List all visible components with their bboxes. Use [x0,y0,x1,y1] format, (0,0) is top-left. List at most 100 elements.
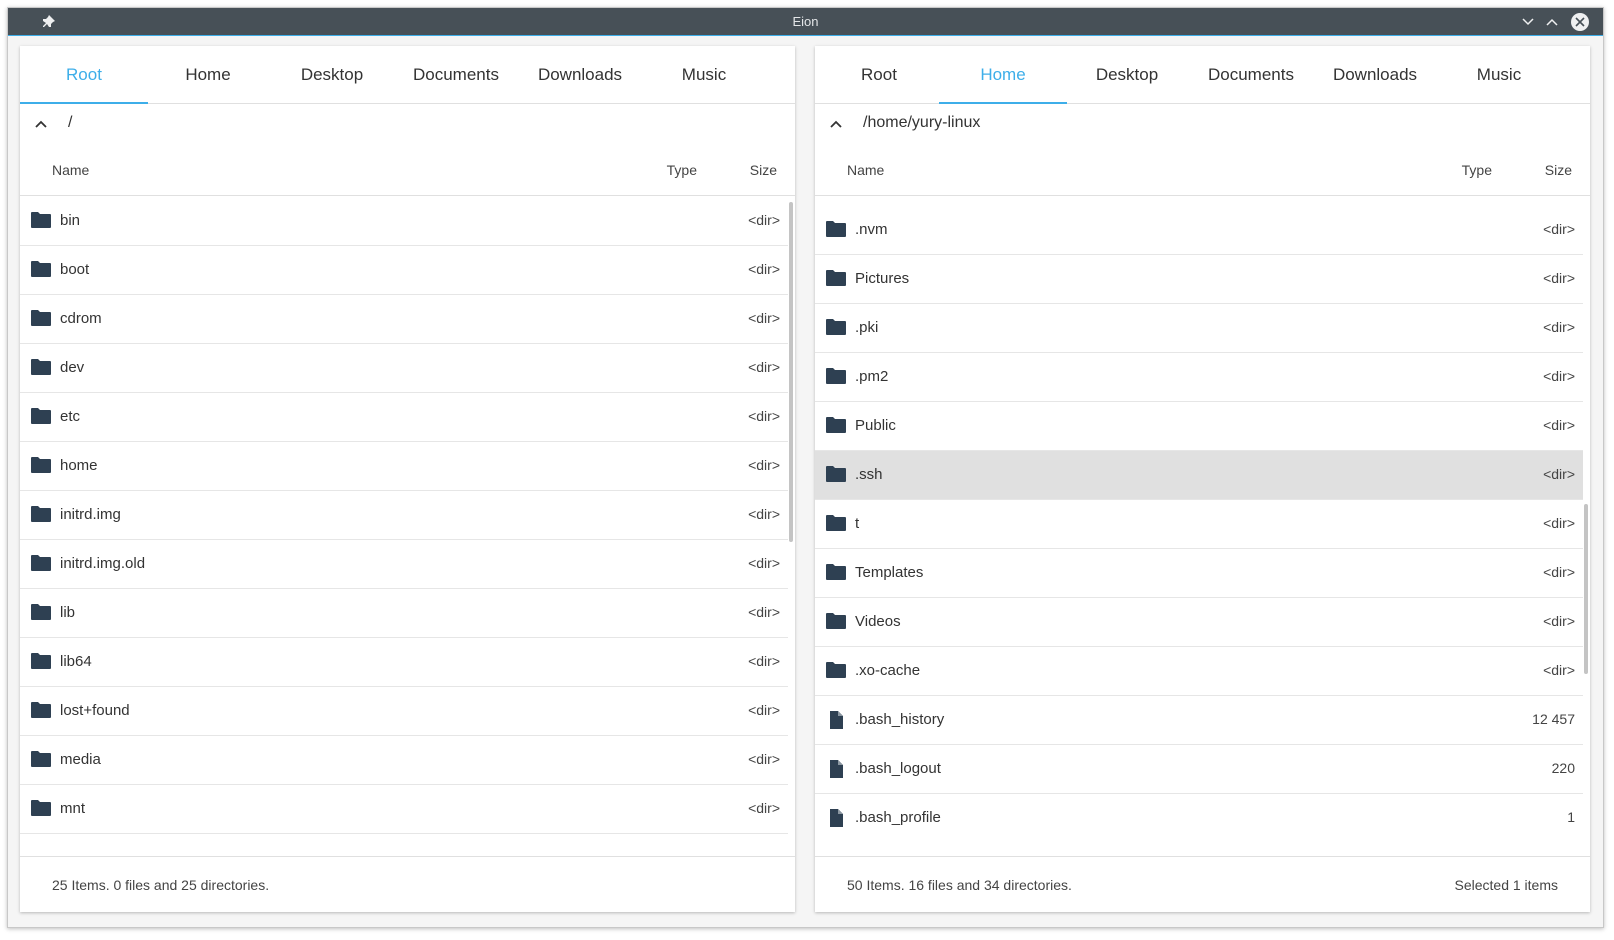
file-size: 12 457 [1532,711,1575,727]
folder-icon [30,701,52,721]
file-row[interactable]: boot <dir> [20,246,788,295]
file-name: .bash_history [855,711,945,728]
items-summary: 25 Items. 0 files and 25 directories. [52,877,270,893]
file-name: .bash_profile [855,809,941,826]
file-size: <dir> [1543,417,1575,433]
file-size: <dir> [748,212,780,228]
tab-label: Home [185,65,231,84]
folder-icon [825,661,847,681]
file-row[interactable]: .bash_profile 1 [815,794,1583,834]
file-name: Pictures [855,270,910,287]
column-name-header[interactable]: Name [847,162,884,178]
current-path: / [68,114,73,131]
column-type-header[interactable]: Type [1462,162,1492,178]
file-name: initrd.img [60,506,121,523]
right-scrollbar[interactable] [1584,504,1588,674]
right-file-pane: Root Home Desktop Documents Downloads Mu… [815,46,1590,912]
column-size-header[interactable]: Size [1545,162,1572,178]
file-row[interactable]: lib64 <dir> [20,638,788,687]
file-row[interactable]: cdrom <dir> [20,295,788,344]
left-tab-music[interactable]: Music [640,46,768,104]
file-name: dev [60,359,85,376]
tab-label: Root [66,65,102,84]
file-size: <dir> [748,408,780,424]
right-file-list[interactable]: .nvm <dir> Pictures <dir> .pki <dir> .pm2 <dir>… [815,197,1583,834]
file-row[interactable]: media <dir> [20,736,788,785]
file-size: <dir> [748,604,780,620]
chevron-up-icon[interactable] [825,113,847,135]
left-tab-documents[interactable]: Documents [392,46,520,104]
file-row[interactable]: .pki <dir> [815,304,1583,353]
chevron-up-icon[interactable] [1541,11,1563,33]
file-row[interactable]: lib <dir> [20,589,788,638]
file-name: etc [60,408,81,425]
tab-label: Documents [1208,65,1294,84]
right-tab-music[interactable]: Music [1435,46,1563,104]
file-icon [825,759,847,779]
file-size: <dir> [748,261,780,277]
folder-icon [30,260,52,280]
chevron-down-icon[interactable] [1517,11,1539,33]
title-bar[interactable]: Eion [8,8,1603,36]
file-size: 1 [1567,809,1575,825]
file-row[interactable]: Public <dir> [815,402,1583,451]
left-path-bar: / [20,104,795,144]
file-size: <dir> [748,702,780,718]
left-tab-home[interactable]: Home [144,46,272,104]
file-row[interactable]: .ssh <dir> [815,451,1583,500]
file-row[interactable]: t <dir> [815,500,1583,549]
file-name: lib [60,604,76,621]
tab-label: Music [681,65,727,84]
column-name-header[interactable]: Name [52,162,89,178]
file-row[interactable]: .bash_logout 220 [815,745,1583,794]
column-type-header[interactable]: Type [667,162,697,178]
file-row[interactable]: .nvm <dir> [815,206,1583,255]
file-row[interactable]: Templates <dir> [815,549,1583,598]
file-size: <dir> [1543,613,1575,629]
file-row[interactable]: .pm2 <dir> [815,353,1583,402]
file-row[interactable]: etc <dir> [20,393,788,442]
tab-label: Home [980,65,1026,84]
file-row[interactable]: lost+found <dir> [20,687,788,736]
right-tab-root[interactable]: Root [815,46,943,104]
file-row[interactable]: initrd.img <dir> [20,491,788,540]
folder-icon [30,750,52,770]
file-row[interactable]: bin <dir> [20,197,788,246]
file-size: <dir> [748,751,780,767]
file-size: <dir> [1543,368,1575,384]
file-row[interactable]: dev <dir> [20,344,788,393]
right-tab-downloads[interactable]: Downloads [1311,46,1439,104]
chevron-up-icon[interactable] [30,113,52,135]
file-row[interactable]: Videos <dir> [815,598,1583,647]
tab-label: Documents [413,65,499,84]
file-row[interactable]: .xo-cache <dir> [815,647,1583,696]
right-tab-desktop[interactable]: Desktop [1063,46,1191,104]
file-size: <dir> [748,310,780,326]
file-row[interactable]: mnt <dir> [20,785,788,834]
right-tab-home[interactable]: Home [939,46,1067,104]
file-name: lost+found [60,702,130,719]
file-size: <dir> [748,653,780,669]
file-row[interactable]: Pictures <dir> [815,255,1583,304]
tab-label: Downloads [1332,65,1418,84]
close-icon[interactable] [1569,11,1591,33]
left-tab-root[interactable]: Root [20,46,148,104]
tab-label: Root [861,65,897,84]
left-scrollbar[interactable] [789,202,793,542]
tab-label: Downloads [537,65,623,84]
folder-icon [825,514,847,534]
left-file-list[interactable]: bin <dir> boot <dir> cdrom <dir> dev <dir> etc <d… [20,197,788,834]
column-size-header[interactable]: Size [750,162,777,178]
file-name: boot [60,261,90,278]
file-row[interactable]: .bash_history 12 457 [815,696,1583,745]
left-status-bar: 25 Items. 0 files and 25 directories. [20,856,795,912]
left-tab-downloads[interactable]: Downloads [516,46,644,104]
file-size: <dir> [1543,466,1575,482]
right-tab-documents[interactable]: Documents [1187,46,1315,104]
file-row[interactable]: home <dir> [20,442,788,491]
file-row[interactable]: initrd.img.old <dir> [20,540,788,589]
folder-icon [30,358,52,378]
items-summary: 50 Items. 16 files and 34 directories. [847,877,1072,893]
left-tab-desktop[interactable]: Desktop [268,46,396,104]
folder-icon [825,318,847,338]
